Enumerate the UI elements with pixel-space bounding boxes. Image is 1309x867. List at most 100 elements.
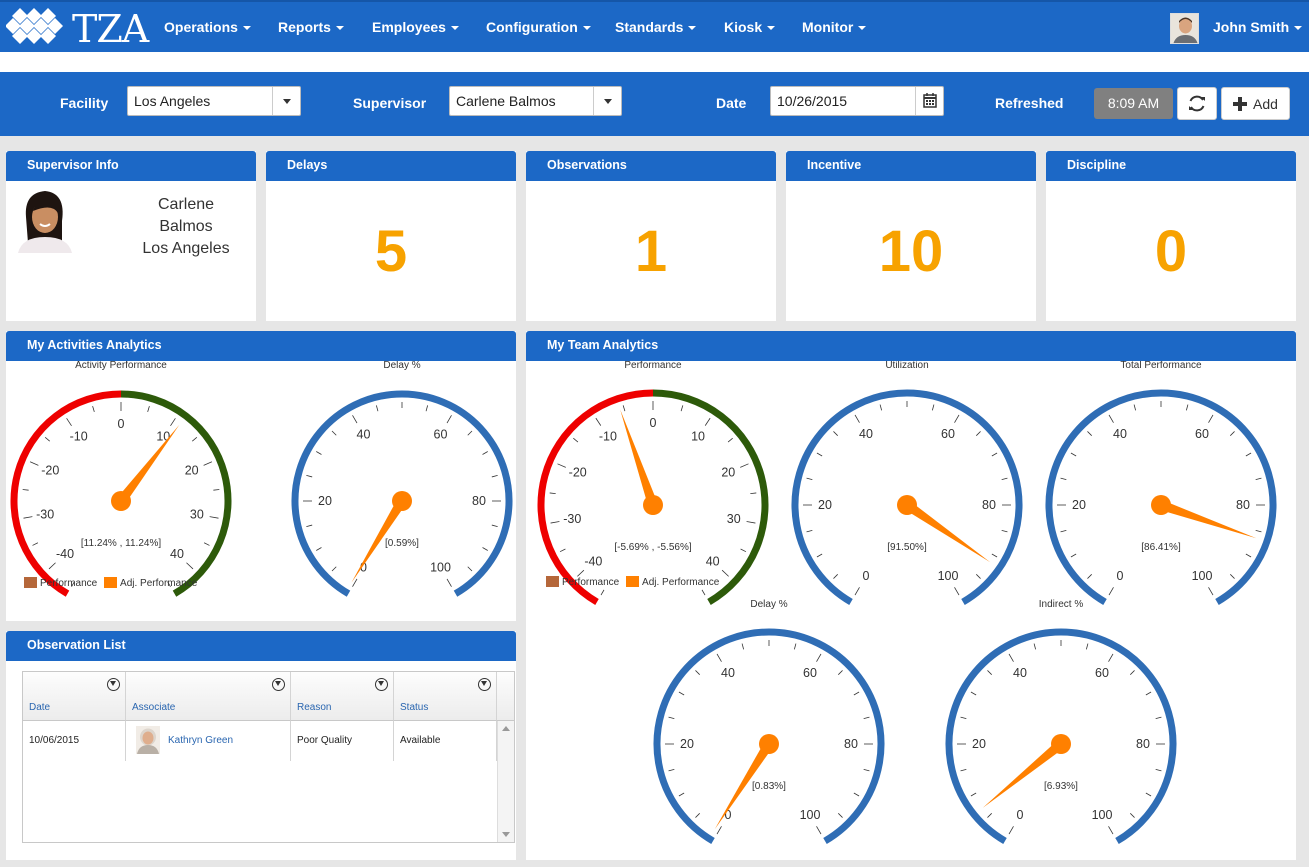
incentive-card[interactable]: Incentive 10 xyxy=(786,151,1036,321)
gauge-value-label: [-5.69% , -5.56%] xyxy=(614,542,691,553)
gauge-tick xyxy=(491,474,498,478)
gauge-tick xyxy=(48,562,56,570)
gauge-tick xyxy=(1070,452,1077,457)
gauge-needle xyxy=(982,740,1065,808)
gauge-tick xyxy=(467,430,473,436)
column-header-status[interactable]: Status xyxy=(394,672,497,721)
scroll-up-icon[interactable] xyxy=(502,726,510,731)
nav-monitor[interactable]: Monitor xyxy=(802,19,867,35)
gauge-tick xyxy=(203,461,213,466)
gauge: Performance -40 -30 -20 -10 0 10 20 30 40 [-5.69% … xyxy=(537,361,769,606)
nav-kiosk[interactable]: Kiosk xyxy=(724,19,776,35)
gauge-tick xyxy=(1130,813,1135,818)
gauge-tick xyxy=(1108,587,1114,596)
gauge-title: Performance xyxy=(624,361,682,371)
header-spacer xyxy=(0,52,1309,72)
gauge-tick xyxy=(446,578,452,587)
add-button[interactable]: Add xyxy=(1221,87,1290,120)
associate-link[interactable]: Kathryn Green xyxy=(168,721,233,761)
nav-configuration[interactable]: Configuration xyxy=(486,19,591,35)
caret-down-icon xyxy=(767,26,776,31)
gauge-tick xyxy=(863,768,870,772)
nav-standards[interactable]: Standards xyxy=(615,19,697,35)
supervisor-label: Supervisor xyxy=(353,95,427,111)
user-avatar[interactable] xyxy=(1170,13,1199,44)
gauge-tick xyxy=(987,670,992,675)
gauge-tick xyxy=(678,792,685,797)
gauge-tick xyxy=(816,826,822,835)
team-gauges: Performance -40 -30 -20 -10 0 10 20 30 40 [-5.69% … xyxy=(537,361,1277,845)
calendar-icon[interactable] xyxy=(915,87,943,115)
filter-icon[interactable] xyxy=(375,678,388,691)
scroll-down-icon[interactable] xyxy=(502,832,510,837)
gauge-value-label: [11.24% , 11.24%] xyxy=(81,538,161,549)
gauge-tick xyxy=(1087,574,1092,579)
nav-reports[interactable]: Reports xyxy=(278,19,344,35)
top-navbar: TZA Operations Reports Employees Configu… xyxy=(0,0,1309,52)
gauge-pivot xyxy=(111,491,131,511)
gauge-tick-label: 80 xyxy=(1236,498,1250,512)
gauge-needle xyxy=(117,424,180,505)
add-label: Add xyxy=(1253,96,1278,112)
caret-down-icon xyxy=(242,26,251,31)
gauge: Activity Performance -40 -30 -20 -10 0 10 20 30 4… xyxy=(10,361,232,597)
gauge-tick xyxy=(491,524,498,528)
observations-card[interactable]: Observations 1 xyxy=(526,151,776,321)
facility-value: Los Angeles xyxy=(134,93,211,109)
gauge-tick xyxy=(740,548,747,553)
supervisor-select[interactable]: Carlene Balmos xyxy=(449,86,622,116)
vertical-scrollbar[interactable] xyxy=(497,721,514,842)
gauge-value-label: [0.59%] xyxy=(385,538,419,549)
gauge-tick xyxy=(1255,529,1262,533)
column-header-reason[interactable]: Reason xyxy=(291,672,394,721)
legend-performance: Performance xyxy=(40,578,98,589)
nav-operations[interactable]: Operations xyxy=(164,19,251,35)
gauge-pivot xyxy=(759,734,779,754)
gauge-tick xyxy=(678,691,685,696)
tza-logo[interactable]: TZA xyxy=(6,6,149,50)
header-spacer xyxy=(497,672,514,721)
refresh-button[interactable] xyxy=(1177,87,1217,120)
card-header: Supervisor Info xyxy=(6,151,256,181)
gauge-tick xyxy=(863,716,870,720)
gauge-tick-label: 60 xyxy=(434,427,448,441)
filter-icon[interactable] xyxy=(107,678,120,691)
associate-avatar xyxy=(136,726,160,754)
gauge-tick xyxy=(213,489,220,491)
gauge-tick xyxy=(1108,653,1114,662)
supervisor-location: Los Angeles xyxy=(142,240,230,257)
gauge-tick xyxy=(482,547,488,551)
cell-associate: Kathryn Green xyxy=(126,721,291,761)
gauge: Delay %02040 6080100[0.59%] xyxy=(291,361,513,597)
supervisor-info-card: Supervisor Info Carlene Balmos Los Angel… xyxy=(6,151,256,321)
refresh-icon xyxy=(1189,95,1205,112)
filter-icon[interactable] xyxy=(478,678,491,691)
gauge-tick xyxy=(960,768,967,772)
facility-select[interactable]: Los Angeles xyxy=(127,86,301,116)
column-header-date[interactable]: Date xyxy=(23,672,126,721)
gauge-tick-label: -20 xyxy=(569,466,587,480)
gauge-tick xyxy=(550,521,560,524)
gauge-tick-label: 100 xyxy=(430,561,451,575)
discipline-card[interactable]: Discipline 0 xyxy=(1046,151,1296,321)
gauge: Total Performance 0 20 40 60 80 100 [86.41%] xyxy=(1045,361,1277,606)
gauge-tick xyxy=(1208,587,1214,596)
date-input[interactable]: 10/26/2015 xyxy=(770,86,944,116)
gauge-tick xyxy=(668,768,675,772)
gauge-tick xyxy=(816,452,823,457)
gauge-needle xyxy=(904,500,991,563)
filter-icon[interactable] xyxy=(272,678,285,691)
gauge-value-label: [0.83%] xyxy=(752,781,786,792)
nav-employees[interactable]: Employees xyxy=(372,19,459,35)
delays-count: 5 xyxy=(374,219,408,284)
card-header: Delays xyxy=(266,151,516,181)
gauge-tick xyxy=(203,542,210,546)
gauge-tick xyxy=(595,417,602,426)
gauge-tick xyxy=(1208,414,1214,423)
gauge-tick xyxy=(573,437,579,443)
column-header-associate[interactable]: Associate xyxy=(126,672,291,721)
user-menu[interactable]: John Smith xyxy=(1213,19,1303,35)
gauge-pivot xyxy=(897,495,917,515)
delays-card[interactable]: Delays 5 xyxy=(266,151,516,321)
observation-grid: Date Associate Reason Status 10/06/2015 … xyxy=(22,671,515,843)
